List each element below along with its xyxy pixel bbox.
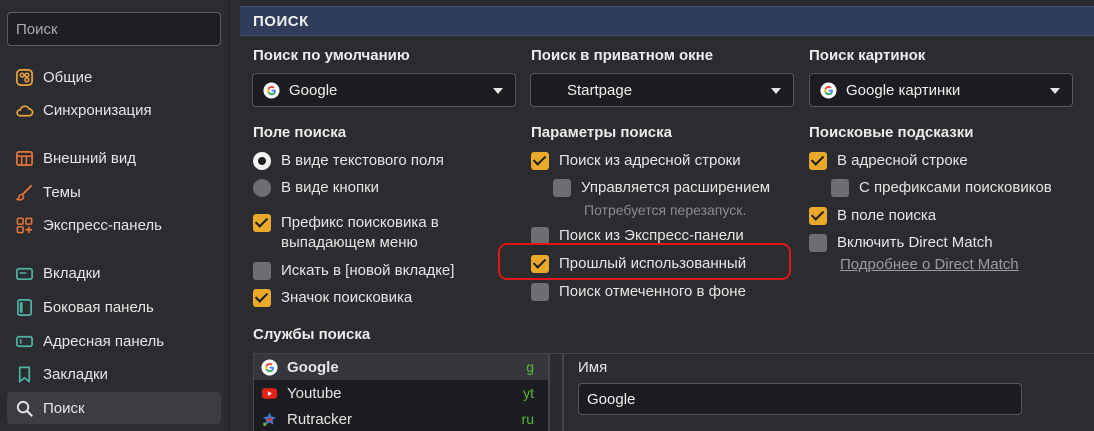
list-item-youtube[interactable]: Youtube yt <box>254 380 548 406</box>
radio-button[interactable] <box>253 179 271 197</box>
google-icon <box>260 358 278 376</box>
checkbox-suggest-search-field[interactable]: В поле поиска <box>809 206 936 226</box>
sidebar-item-label: Общие <box>43 68 93 86</box>
image-search-select[interactable]: Google картинки <box>809 73 1073 107</box>
startpage-icon <box>540 81 558 99</box>
service-key: g <box>526 359 534 375</box>
search-icon <box>14 398 34 418</box>
default-search-value: Google <box>289 81 338 99</box>
sidebar-item-address-bar[interactable]: Адресная панель <box>7 325 221 357</box>
private-search-value: Startpage <box>567 81 633 99</box>
main-content: ПОИСК Поиск по умолчанию Поиск в приватн… <box>240 0 1094 431</box>
tabs-icon <box>14 263 34 283</box>
sidebar-item-label: Темы <box>43 183 81 201</box>
checkbox-search-new-tab[interactable]: Искать в [новой вкладке] <box>253 261 454 281</box>
sidebar-item-label: Закладки <box>43 365 108 383</box>
rutracker-icon <box>260 410 278 428</box>
chevron-down-icon <box>1050 88 1060 94</box>
checkbox-managed-by-extension[interactable]: Управляется расширением <box>553 178 770 198</box>
sidebar-item-label: Внешний вид <box>43 149 136 167</box>
service-name: Youtube <box>287 384 342 402</box>
service-name: Google <box>287 358 339 376</box>
checkbox-selected-background[interactable]: Поиск отмеченного в фоне <box>531 282 746 302</box>
services-title: Службы поиска <box>253 326 371 343</box>
suggestions-title: Поисковые подсказки <box>809 124 974 141</box>
checkbox-direct-match[interactable]: Включить Direct Match <box>809 233 993 253</box>
list-item-rutracker[interactable]: Rutracker ru <box>254 406 548 431</box>
section-header: ПОИСК <box>240 6 1094 36</box>
private-search-select[interactable]: Startpage <box>530 73 794 107</box>
checkbox[interactable] <box>253 214 271 232</box>
cloud-icon <box>14 100 34 120</box>
checkbox-suggest-address-bar[interactable]: В адресной строке <box>809 151 968 171</box>
google-icon <box>819 81 837 99</box>
services-scrollbar[interactable] <box>549 353 563 431</box>
chevron-down-icon <box>493 88 503 94</box>
name-input[interactable] <box>578 383 1022 415</box>
default-search-select[interactable]: Google <box>252 73 516 107</box>
sidebar-item-bookmarks[interactable]: Закладки <box>7 358 221 390</box>
sidebar-item-label: Вкладки <box>43 264 101 282</box>
sidebar-item-side-panel[interactable]: Боковая панель <box>7 291 221 323</box>
restart-hint: Потребуется перезапуск. <box>584 202 747 218</box>
address-bar-icon <box>14 331 34 351</box>
sidebar-item-label: Поиск <box>43 399 85 417</box>
checkbox-last-used[interactable]: Прошлый использованный <box>531 254 746 274</box>
direct-match-link[interactable]: Подробнее о Direct Match <box>840 256 1019 273</box>
sidebar-item-general[interactable]: Общие <box>7 61 221 93</box>
default-search-title: Поиск по умолчанию <box>253 47 410 64</box>
list-item-google[interactable]: Google g <box>254 354 548 380</box>
services-list: Google g Youtube yt Rutracker ru <box>253 353 549 431</box>
chevron-down-icon <box>771 88 781 94</box>
checkbox[interactable] <box>809 152 827 170</box>
checkbox-from-address-bar[interactable]: Поиск из адресной строки <box>531 151 741 171</box>
sidebar-item-label: Экспресс-панель <box>43 216 162 234</box>
speed-dial-icon <box>14 215 34 235</box>
google-icon <box>262 81 280 99</box>
radio-button-style[interactable]: В виде кнопки <box>253 178 379 198</box>
service-key: ru <box>521 411 534 427</box>
sidebar-item-appearance[interactable]: Внешний вид <box>7 142 221 174</box>
sidebar-item-tabs[interactable]: Вкладки <box>7 257 221 289</box>
checkbox[interactable] <box>531 255 549 273</box>
service-name: Rutracker <box>287 410 353 428</box>
checkbox[interactable] <box>531 152 549 170</box>
checkbox-from-speed-dial[interactable]: Поиск из Экспресс-панели <box>531 226 744 246</box>
checkbox-with-prefixes[interactable]: С префиксами поисковиков <box>831 178 1052 198</box>
sidebar-item-search[interactable]: Поиск <box>7 392 221 424</box>
checkbox[interactable] <box>809 207 827 225</box>
service-key: yt <box>523 385 534 401</box>
radio-button[interactable] <box>253 152 271 170</box>
image-search-value: Google картинки <box>846 81 961 99</box>
general-icon <box>14 67 34 87</box>
checkbox[interactable] <box>531 227 549 245</box>
brush-icon <box>14 182 34 202</box>
sidebar-item-label: Адресная панель <box>43 332 165 350</box>
checkbox[interactable] <box>831 179 849 197</box>
checkbox[interactable] <box>809 234 827 252</box>
appearance-icon <box>14 148 34 168</box>
checkbox-engine-icon[interactable]: Значок поисковика <box>253 288 412 308</box>
search-params-title: Параметры поиска <box>531 124 672 141</box>
private-search-title: Поиск в приватном окне <box>531 47 714 64</box>
checkbox[interactable] <box>253 289 271 307</box>
sidebar-item-label: Боковая панель <box>43 298 154 316</box>
sidebar: Общие Синхронизация Внешний вид Темы Экс… <box>0 0 229 431</box>
sidebar-item-themes[interactable]: Темы <box>7 176 221 208</box>
checkbox[interactable] <box>553 179 571 197</box>
sidebar-item-label: Синхронизация <box>43 101 152 119</box>
bookmark-icon <box>14 364 34 384</box>
sidebar-search-input[interactable] <box>7 12 221 46</box>
youtube-icon <box>260 384 278 402</box>
side-panel-icon <box>14 297 34 317</box>
sidebar-item-speed-dial[interactable]: Экспресс-панель <box>7 209 221 241</box>
image-search-title: Поиск картинок <box>809 47 926 64</box>
name-label: Имя <box>578 359 608 376</box>
sidebar-item-sync[interactable]: Синхронизация <box>7 94 221 126</box>
checkbox[interactable] <box>253 262 271 280</box>
checkbox[interactable] <box>531 283 549 301</box>
radio-text-field[interactable]: В виде текстового поля <box>253 151 444 171</box>
checkbox-prefix-dropdown[interactable]: Префикс поисковика в выпадающем меню <box>253 213 439 253</box>
search-field-title: Поле поиска <box>253 124 347 141</box>
